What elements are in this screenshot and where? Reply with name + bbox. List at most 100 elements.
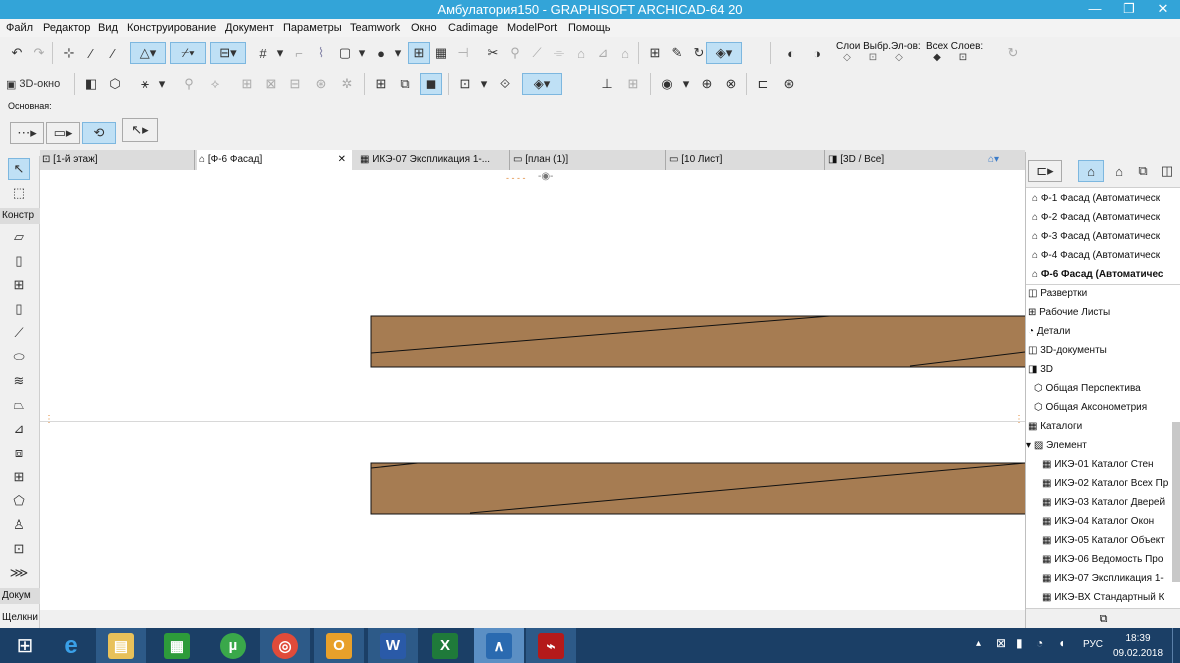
grid-icon[interactable]: # xyxy=(252,42,274,64)
trim-icon[interactable]: ⊣ xyxy=(452,42,474,64)
chevron-down-icon[interactable]: ▾ xyxy=(356,42,368,64)
object-tool-icon[interactable]: ♙ xyxy=(8,514,30,536)
clock-time[interactable]: 18:39 xyxy=(1116,633,1160,644)
publisher-icon[interactable]: ◫ xyxy=(1156,160,1178,182)
shading-icon[interactable]: ⊛ xyxy=(310,73,332,95)
nav-item-axonometry[interactable]: ⬡ Общая Аксонометрия xyxy=(1034,398,1147,417)
menu-cadimage[interactable]: Cadimage xyxy=(448,22,498,34)
minimize-icon[interactable]: — xyxy=(1078,0,1112,19)
nav-item-3d[interactable]: ◨ 3D xyxy=(1028,360,1053,379)
menu-help[interactable]: Помощь xyxy=(568,22,611,34)
network-icon[interactable]: ◔ xyxy=(1036,636,1043,650)
window-tool-icon[interactable]: ⊞ xyxy=(8,274,30,296)
layer-icon[interactable]: ● xyxy=(370,42,392,64)
marquee-icon[interactable]: ⊡ xyxy=(454,73,476,95)
roof-icon[interactable]: ⌂ xyxy=(614,42,636,64)
3d-view-icon[interactable]: ◼ xyxy=(420,73,442,95)
chevron-down-icon[interactable]: ▾ xyxy=(478,73,490,95)
taskbar-app-chrome[interactable]: ◎ xyxy=(260,628,310,663)
lock-icon[interactable]: ⊡ xyxy=(862,50,884,64)
publish-icon[interactable]: ⊥ xyxy=(596,73,618,95)
nav-item-interior-elevations[interactable]: ◫ Развертки xyxy=(1028,284,1087,303)
tab-list-button[interactable]: ⌂▾ xyxy=(986,150,1024,170)
elevation-icon[interactable]: ⧉ xyxy=(394,73,416,95)
snap-icon[interactable]: ⌐ xyxy=(288,42,310,64)
cut-icon[interactable]: ⊞ xyxy=(236,73,258,95)
taskbar-app-explorer[interactable]: ▤ xyxy=(96,628,146,663)
syringe-icon[interactable]: ⁄ xyxy=(102,42,124,64)
nav-item-perspective[interactable]: ⬡ Общая Перспектива xyxy=(1034,379,1141,398)
refresh-icon[interactable]: ↻ xyxy=(1002,42,1024,64)
menu-teamwork[interactable]: Teamwork xyxy=(350,22,400,34)
section-icon[interactable]: ⊟ xyxy=(284,73,306,95)
nav-item-schedule[interactable]: ▦ ИКЭ-02 Каталог Всех Пр xyxy=(1042,474,1168,493)
slab-tool-icon[interactable]: ⬭ xyxy=(8,346,30,368)
clock-date[interactable]: 09.02.2018 xyxy=(1110,648,1166,659)
beam-upper[interactable] xyxy=(370,315,1025,369)
tab-plan-1[interactable]: ▭ [план (1)] xyxy=(511,150,666,170)
curtain-wall-tool-icon[interactable]: ⊞ xyxy=(8,466,30,488)
volume-icon[interactable]: ◖ xyxy=(1058,636,1065,650)
ruler-icon[interactable]: ⌇ xyxy=(310,42,332,64)
close-icon[interactable]: ✕ xyxy=(1146,0,1180,19)
fly-icon[interactable]: ⟡ xyxy=(204,73,226,95)
layer-wire-icon[interactable]: ◇ xyxy=(888,50,910,64)
eyedropper-icon[interactable]: ⁄ xyxy=(80,42,102,64)
settings-icon[interactable]: ⧉ xyxy=(1100,613,1108,625)
nav-item-element[interactable]: ▾ ▨ Элемент xyxy=(1026,436,1087,455)
perspective-view-icon[interactable]: ⬡ xyxy=(104,73,126,95)
taskbar-app-outlook[interactable]: O xyxy=(314,628,364,663)
taskbar-app-ie[interactable]: e xyxy=(46,628,96,663)
taskbar-app-excel[interactable]: X xyxy=(420,628,470,663)
zone-tool-icon[interactable]: ⊡ xyxy=(8,538,30,560)
print-icon[interactable]: ⊞ xyxy=(622,73,644,95)
view-filter-button[interactable]: ◈▾ xyxy=(706,42,742,64)
magic-select-button[interactable]: ⟲ xyxy=(82,122,116,144)
nav-item-f3[interactable]: ⌂ Ф-3 Фасад (Автоматическ xyxy=(1032,227,1160,246)
line-type-button[interactable]: ⋯▸ xyxy=(10,122,44,144)
select-all-icon[interactable]: ⊞ xyxy=(644,42,666,64)
taskbar-app-word[interactable]: W xyxy=(368,628,418,663)
menu-file[interactable]: Файл xyxy=(6,22,33,34)
orbit-icon[interactable]: ⚹ xyxy=(134,73,156,95)
show-desktop-button[interactable] xyxy=(1172,628,1180,663)
nav-item-worksheets[interactable]: ⊞ Рабочие Листы xyxy=(1028,303,1110,322)
gravity-button[interactable]: ⊟▾ xyxy=(210,42,246,64)
render-icon[interactable]: ⊕ xyxy=(696,73,718,95)
menu-design[interactable]: Конструирование xyxy=(127,22,216,34)
intersect-icon[interactable]: ⟋ xyxy=(526,42,548,64)
layer-eye-icon[interactable]: ◐ xyxy=(780,42,802,64)
door-tool-icon[interactable]: ▯ xyxy=(8,250,30,272)
language-indicator[interactable]: РУС xyxy=(1083,639,1103,650)
render-settings-icon[interactable]: ⊗ xyxy=(720,73,742,95)
nav-item-schedule[interactable]: ▦ ИКЭ-03 Каталог Дверей xyxy=(1042,493,1165,512)
nav-item-schedule[interactable]: ▦ ИКЭ-01 Каталог Стен xyxy=(1042,455,1154,474)
tab-floor-1[interactable]: ⊡ [1-й этаж] xyxy=(40,150,195,170)
parallel-view-icon[interactable]: ◧ xyxy=(80,73,102,95)
battery-icon[interactable]: ▮ xyxy=(1016,636,1023,650)
arrow-select-button[interactable]: ↖▸ xyxy=(122,118,158,142)
rectangle-icon[interactable]: ▢ xyxy=(334,42,356,64)
marquee-tool-icon[interactable]: ⬚ xyxy=(8,182,30,204)
3d-window-button[interactable]: ▣ 3D-окно xyxy=(6,73,70,95)
undo-icon[interactable]: ↶ xyxy=(6,42,28,64)
snap-guides-button[interactable]: ⌿▾ xyxy=(170,42,206,64)
taskbar-app-archicad[interactable]: ∧ xyxy=(474,628,524,663)
scissors-icon[interactable]: ✂ xyxy=(482,42,504,64)
arrow-tool-icon[interactable]: ↖ xyxy=(8,158,30,180)
tray-icon[interactable]: ⊠ xyxy=(996,636,1006,650)
navigator-options-button[interactable]: ⊏▸ xyxy=(1028,160,1062,182)
layer-settings-icon[interactable]: ◑ xyxy=(806,42,828,64)
column-tool-icon[interactable]: ▯ xyxy=(8,298,30,320)
redo-icon[interactable]: ↷ xyxy=(28,42,50,64)
beam-tool-icon[interactable]: ⟋ xyxy=(8,322,30,344)
chevron-down-icon[interactable]: ▾ xyxy=(680,73,692,95)
scrollbar-thumb[interactable] xyxy=(1172,422,1180,582)
nav-item-f1[interactable]: ⌂ Ф-1 Фасад (Автоматическ xyxy=(1032,189,1160,208)
nav-item-schedule[interactable]: ▦ ИКЭ-06 Ведомость Про xyxy=(1042,550,1163,569)
offset-icon[interactable]: ⌂ xyxy=(570,42,592,64)
menu-window[interactable]: Окно xyxy=(411,22,437,34)
nav-item-3d-documents[interactable]: ◫ 3D-документы xyxy=(1028,341,1107,360)
magic-wand-icon[interactable]: ⚲ xyxy=(504,42,526,64)
zoom-icon[interactable]: ⟐ xyxy=(494,73,516,95)
